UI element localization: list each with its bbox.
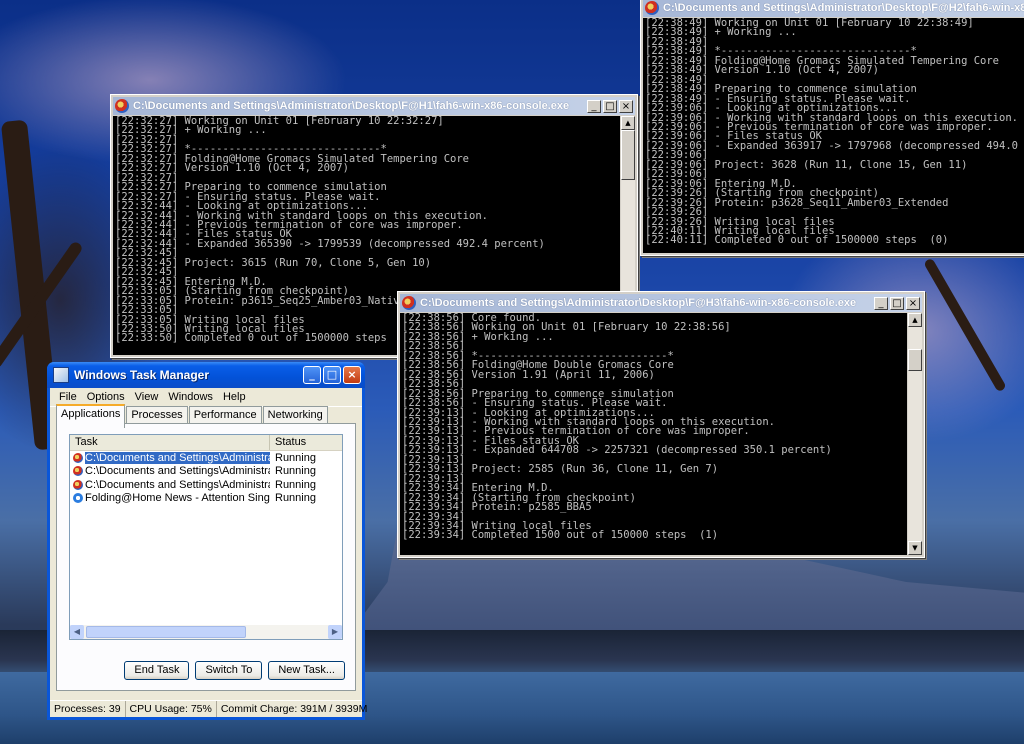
processes-count: Processes: 39 bbox=[50, 701, 126, 717]
menu-options[interactable]: Options bbox=[82, 391, 130, 403]
scroll-right-arrow[interactable]: ▶ bbox=[328, 625, 342, 639]
fah-icon bbox=[73, 466, 83, 477]
minimize-button[interactable]: _ bbox=[303, 366, 321, 384]
window-title: C:\Documents and Settings\Administrator\… bbox=[663, 2, 1024, 14]
menu-file[interactable]: File bbox=[54, 391, 82, 403]
console-title-bar[interactable]: C:\Documents and Settings\Administrator\… bbox=[400, 294, 922, 312]
task-status: Running bbox=[275, 451, 316, 464]
minimize-button[interactable]: _ bbox=[587, 99, 601, 113]
task-manager-title-bar[interactable]: Windows Task Manager _ □ × bbox=[47, 362, 365, 388]
task-manager-client: File Options View Windows Help Applicati… bbox=[50, 388, 367, 717]
minimize-button[interactable]: _ bbox=[874, 296, 888, 310]
tree-branch bbox=[923, 257, 1007, 393]
scroll-thumb[interactable] bbox=[621, 130, 635, 180]
console-output[interactable]: [22:38:56] Core found. [22:38:56] Workin… bbox=[400, 313, 908, 555]
task-manager-window[interactable]: Windows Task Manager _ □ × File Options … bbox=[47, 362, 367, 720]
maximize-button[interactable]: □ bbox=[890, 296, 904, 310]
task-row[interactable]: Folding@Home News - Attention Single-Mac… bbox=[70, 492, 342, 506]
fah-icon bbox=[73, 479, 83, 490]
ie-icon bbox=[73, 493, 83, 504]
fah-console-icon bbox=[115, 99, 129, 113]
maximize-button[interactable]: □ bbox=[603, 99, 617, 113]
task-status: Running bbox=[275, 478, 316, 491]
status-bar: Processes: 39 CPU Usage: 75% Commit Char… bbox=[50, 700, 367, 717]
console-title-bar[interactable]: C:\Documents and Settings\Administrator\… bbox=[643, 0, 1024, 17]
task-status: Running bbox=[275, 492, 316, 505]
list-header: Task Status bbox=[70, 435, 342, 451]
console-title-bar[interactable]: C:\Documents and Settings\Administrator\… bbox=[113, 97, 635, 115]
end-task-button[interactable]: End Task bbox=[124, 661, 190, 680]
window-title: C:\Documents and Settings\Administrator\… bbox=[133, 100, 570, 112]
scroll-up-arrow[interactable]: ▲ bbox=[908, 313, 922, 327]
console-text: [22:38:49] Working on Unit 01 [February … bbox=[645, 18, 1018, 247]
task-row[interactable]: C:\Documents and Settings\Administrator\… bbox=[70, 478, 342, 492]
task-list[interactable]: Task Status C:\Documents and Settings\Ad… bbox=[69, 434, 343, 640]
switch-to-button[interactable]: Switch To bbox=[195, 661, 263, 680]
window-title: Windows Task Manager bbox=[74, 368, 210, 382]
task-name: C:\Documents and Settings\Administrator\… bbox=[85, 465, 270, 478]
new-task-button[interactable]: New Task... bbox=[268, 661, 345, 680]
scroll-up-arrow[interactable]: ▲ bbox=[621, 116, 635, 130]
scroll-down-arrow[interactable]: ▼ bbox=[908, 541, 922, 555]
console-text: [22:38:56] Core found. [22:38:56] Workin… bbox=[402, 313, 832, 542]
close-button[interactable]: × bbox=[619, 99, 633, 113]
fah-icon bbox=[73, 452, 83, 463]
column-header-status[interactable]: Status bbox=[270, 435, 342, 450]
column-header-task[interactable]: Task bbox=[70, 435, 270, 450]
console-window-fah2[interactable]: C:\Documents and Settings\Administrator\… bbox=[640, 0, 1024, 256]
close-button[interactable]: × bbox=[906, 296, 920, 310]
menu-windows[interactable]: Windows bbox=[163, 391, 218, 403]
console-window-fah3[interactable]: C:\Documents and Settings\Administrator\… bbox=[397, 291, 925, 558]
scroll-thumb[interactable] bbox=[908, 349, 922, 371]
window-title: C:\Documents and Settings\Administrator\… bbox=[420, 297, 857, 309]
horizontal-scrollbar[interactable]: ◀ ▶ bbox=[70, 625, 342, 639]
task-name: Folding@Home News - Attention Single-Mac… bbox=[85, 492, 270, 505]
task-name: C:\Documents and Settings\Administrator\… bbox=[85, 478, 270, 491]
task-status: Running bbox=[275, 465, 316, 478]
applications-panel: Task Status C:\Documents and Settings\Ad… bbox=[56, 423, 356, 691]
cpu-usage: CPU Usage: 75% bbox=[126, 701, 217, 717]
tab-applications[interactable]: Applications bbox=[56, 404, 126, 428]
tab-strip: Applications Processes Performance Netwo… bbox=[56, 404, 329, 428]
scroll-left-arrow[interactable]: ◀ bbox=[70, 625, 84, 639]
task-manager-icon bbox=[53, 367, 69, 383]
fah-console-icon bbox=[402, 296, 416, 310]
task-row[interactable]: C:\Documents and Settings\Administrator\… bbox=[70, 465, 342, 479]
task-row[interactable]: C:\Documents and Settings\Administrator\… bbox=[70, 451, 342, 465]
menu-help[interactable]: Help bbox=[218, 391, 251, 403]
commit-charge: Commit Charge: 391M / 3939M bbox=[220, 703, 368, 715]
menu-view[interactable]: View bbox=[130, 391, 164, 403]
close-button[interactable]: × bbox=[343, 366, 361, 384]
scroll-thumb[interactable] bbox=[86, 626, 246, 638]
maximize-button[interactable]: □ bbox=[323, 366, 341, 384]
task-name: C:\Documents and Settings\Administrator\… bbox=[85, 451, 270, 464]
fah-console-icon bbox=[645, 1, 659, 15]
console-output[interactable]: [22:38:49] Working on Unit 01 [February … bbox=[643, 18, 1024, 253]
vertical-scrollbar[interactable]: ▲ ▼ bbox=[907, 313, 922, 555]
button-row: End Task Switch To New Task... bbox=[118, 661, 345, 680]
